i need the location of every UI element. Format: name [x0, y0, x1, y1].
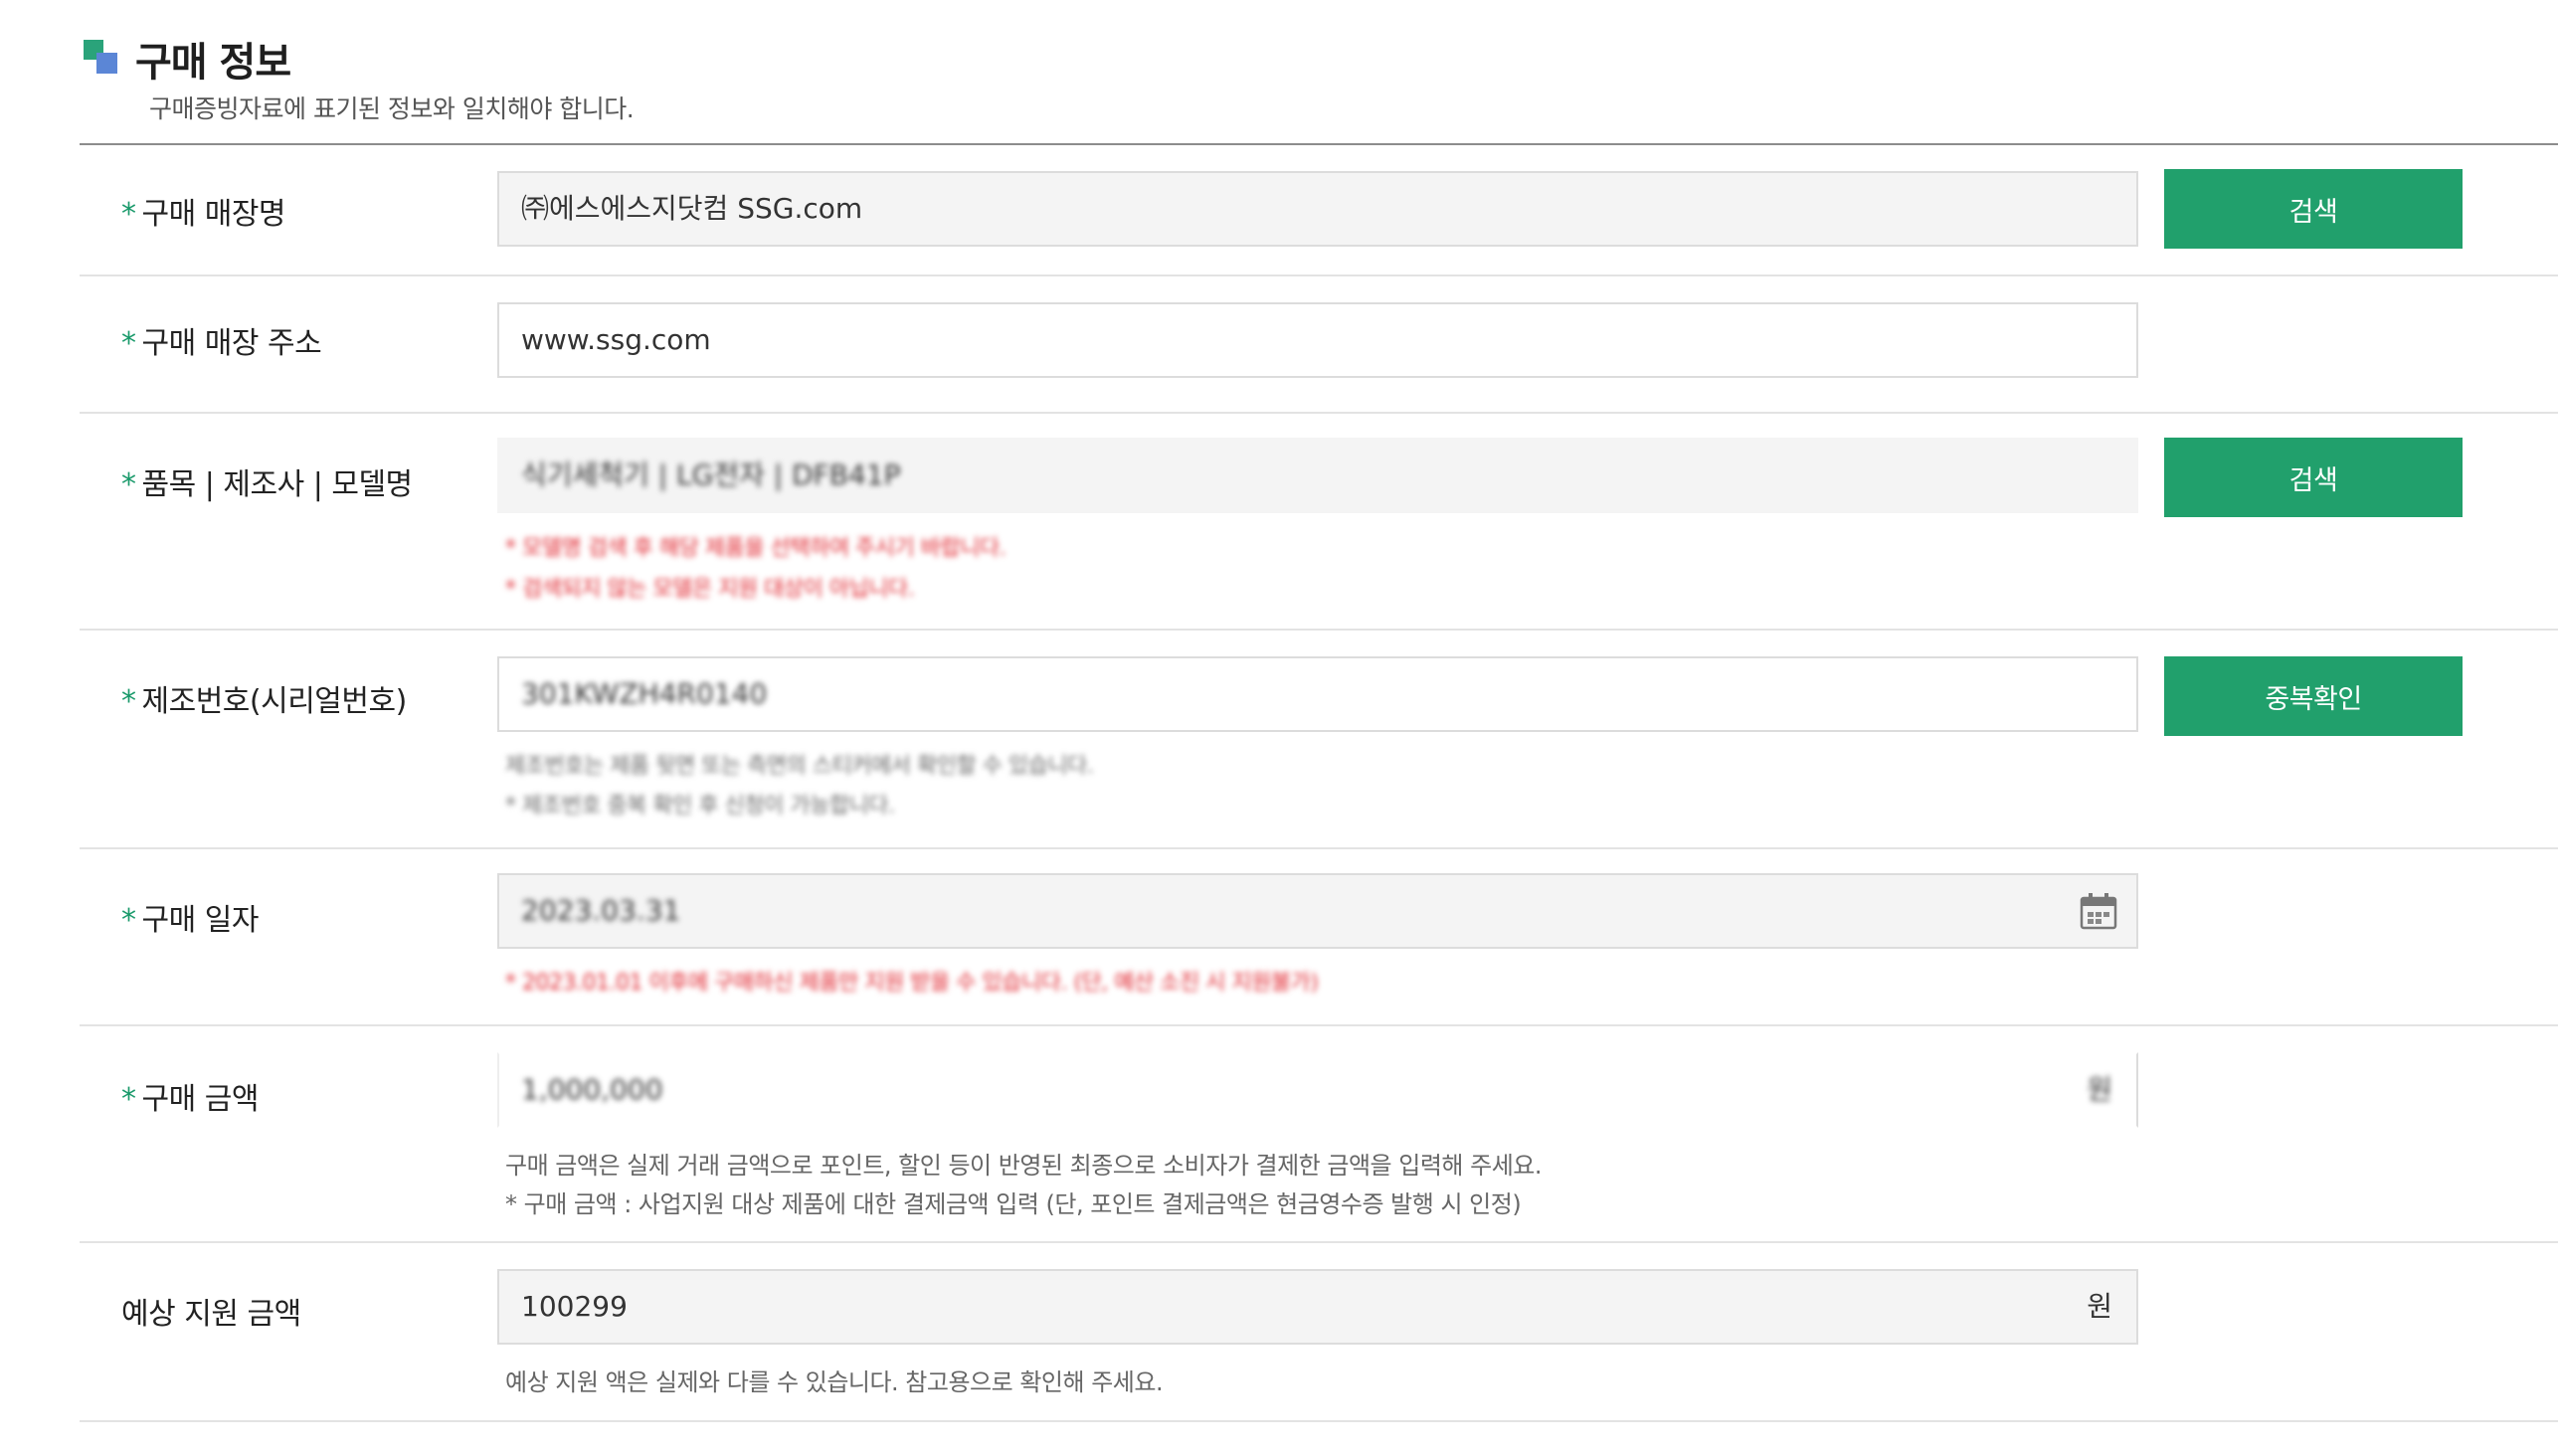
required-mark: * [121, 197, 136, 232]
purchase-date-input[interactable]: 2023.03.31 [497, 873, 2138, 949]
purchase-date-note: * 2023.01.01 이후에 구매하신 제품만 지원 받을 수 있습니다. … [505, 971, 1319, 996]
amount-unit: 원 [2087, 1073, 2112, 1106]
serial-label: * 제조번호(시리얼번호) [121, 684, 407, 719]
support-unit: 원 [2087, 1290, 2112, 1323]
row-divider [80, 1420, 2558, 1422]
product-label: * 품목 | 제조사 | 모델명 [121, 467, 413, 502]
store-address-label: * 구매 매장 주소 [121, 326, 322, 361]
expected-support-label: 예상 지원 금액 [121, 1297, 301, 1332]
expected-support-input: 100299 원 [497, 1269, 2138, 1345]
product-search-button[interactable]: 검색 [2164, 438, 2463, 517]
expected-support-note: 예상 지원 액은 실제와 다를 수 있습니다. 참고용으로 확인해 주세요. [505, 1368, 1164, 1396]
store-name-input[interactable]: ㈜에스에스지닷컴 SSG.com [497, 171, 2138, 247]
product-input[interactable]: 식기세척기 | LG전자 | DFB41P [497, 438, 2138, 513]
product-note-1: * 모델명 검색 후 해당 제품을 선택하여 주시기 바랍니다. [505, 536, 1006, 561]
product-note-2: * 검색되지 않는 모델은 지원 대상이 아닙니다. [505, 577, 915, 602]
duplicate-check-button[interactable]: 중복확인 [2164, 656, 2463, 736]
serial-note-2: * 제조번호 중복 확인 후 신청이 가능합니다. [505, 794, 895, 819]
row-divider [80, 1241, 2558, 1243]
section-subtitle: 구매증빙자료에 표기된 정보와 일치해야 합니다. [149, 94, 635, 123]
purchase-date-label: * 구매 일자 [121, 903, 259, 938]
calendar-icon[interactable] [2079, 891, 2118, 931]
store-address-input[interactable]: www.ssg.com [497, 302, 2138, 378]
row-divider [80, 1024, 2558, 1026]
section-square-icon [84, 40, 117, 74]
store-search-button[interactable]: 검색 [2164, 169, 2463, 249]
row-divider [80, 274, 2558, 276]
store-name-label: * 구매 매장명 [121, 197, 286, 232]
purchase-info-form: 구매 정보 구매증빙자료에 표기된 정보와 일치해야 합니다. * 구매 매장명 … [0, 0, 2558, 1456]
purchase-amount-note-1: 구매 금액은 실제 거래 금액으로 포인트, 할인 등이 반영된 최종으로 소비… [505, 1152, 1543, 1180]
serial-note-1: 제조번호는 제품 뒷면 또는 측면의 스티커에서 확인할 수 있습니다. [505, 754, 1094, 779]
section-divider [80, 143, 2558, 145]
section-title: 구매 정보 [135, 40, 291, 86]
row-divider [80, 629, 2558, 631]
purchase-amount-note-2: * 구매 금액 : 사업지원 대상 제품에 대한 결제금액 입력 (단, 포인트… [505, 1190, 1522, 1218]
serial-input[interactable]: 301KWZH4R0140 [497, 656, 2138, 732]
row-divider [80, 412, 2558, 414]
purchase-amount-label: * 구매 금액 [121, 1082, 259, 1117]
purchase-amount-input[interactable]: 1,000,000 원 [497, 1052, 2138, 1128]
row-divider [80, 847, 2558, 849]
